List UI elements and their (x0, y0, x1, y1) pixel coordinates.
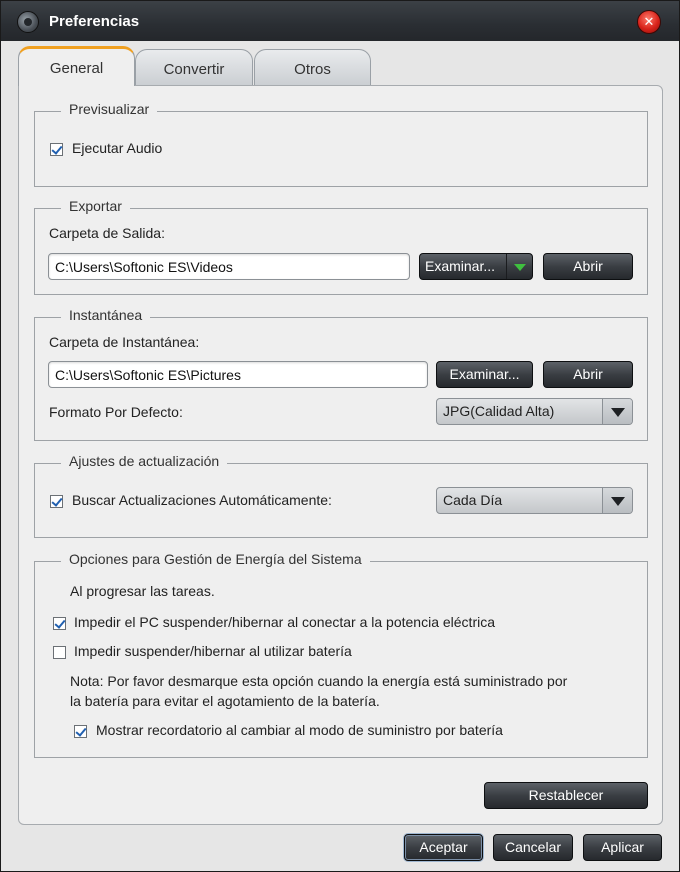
app-reel-icon (17, 11, 39, 33)
export-folder-input[interactable] (48, 253, 410, 280)
prevent-sleep-ac-checkbox[interactable] (53, 617, 66, 630)
prevent-sleep-battery-checkbox[interactable] (53, 646, 66, 659)
export-open-button[interactable]: Abrir (543, 253, 633, 280)
updates-legend: Ajustes de actualización (61, 453, 228, 469)
default-format-value: JPG(Calidad Alta) (443, 403, 555, 419)
snapshot-folder-label: Carpeta de Instantánea: (49, 334, 200, 350)
auto-update-checkbox[interactable] (50, 495, 63, 508)
ok-button[interactable]: Aceptar (404, 834, 483, 861)
power-note-line-1: Nota: Por favor desmarque esta opción cu… (70, 673, 568, 689)
close-button[interactable]: ✕ (637, 10, 661, 34)
chevron-down-icon (602, 488, 632, 513)
export-legend: Exportar (61, 198, 130, 214)
export-group: Exportar (34, 198, 648, 295)
power-note-line-2: la batería para evitar el agotamiento de… (70, 693, 380, 709)
prevent-sleep-battery-label: Impedir suspender/hibernar al utilizar b… (74, 643, 352, 659)
tab-convertir[interactable]: Convertir (135, 49, 253, 87)
export-browse-split-button[interactable]: Examinar... (419, 253, 533, 280)
export-browse-label: Examinar... (425, 258, 496, 274)
update-frequency-value: Cada Día (443, 492, 503, 508)
window-title: Preferencias (49, 13, 140, 30)
update-frequency-select[interactable]: Cada Día (436, 487, 633, 514)
tab-otros[interactable]: Otros (254, 49, 371, 87)
battery-reminder-checkbox[interactable] (74, 725, 87, 738)
power-legend: Opciones para Gestión de Energía del Sis… (61, 551, 370, 567)
snapshot-folder-input[interactable] (48, 361, 428, 388)
snapshot-browse-button[interactable]: Examinar... (436, 361, 533, 388)
auto-update-label: Buscar Actualizaciones Automáticamente: (72, 492, 332, 508)
close-icon: ✕ (643, 14, 655, 29)
play-audio-checkbox[interactable] (50, 143, 63, 156)
chevron-down-icon (602, 399, 632, 424)
default-format-select[interactable]: JPG(Calidad Alta) (436, 398, 633, 425)
browse-dropdown-arrow-icon[interactable] (506, 254, 532, 279)
cancel-button[interactable]: Cancelar (493, 834, 573, 861)
power-intro-text: Al progresar las tareas. (70, 583, 215, 599)
battery-reminder-label: Mostrar recordatorio al cambiar al modo … (96, 722, 503, 738)
snapshot-legend: Instantánea (61, 307, 151, 323)
export-folder-label: Carpeta de Salida: (49, 225, 165, 241)
preview-legend: Previsualizar (61, 101, 158, 117)
snapshot-open-button[interactable]: Abrir (543, 361, 633, 388)
preferences-window: Preferencias ✕ General Convertir Otros P… (0, 0, 680, 872)
title-bar[interactable]: Preferencias ✕ (1, 1, 679, 41)
play-audio-label: Ejecutar Audio (72, 140, 163, 156)
default-format-label: Formato Por Defecto: (49, 404, 183, 420)
apply-button[interactable]: Aplicar (583, 834, 662, 861)
reset-button[interactable]: Restablecer (484, 782, 648, 809)
tab-general[interactable]: General (18, 46, 135, 86)
prevent-sleep-ac-label: Impedir el PC suspender/hibernar al cone… (74, 614, 496, 630)
